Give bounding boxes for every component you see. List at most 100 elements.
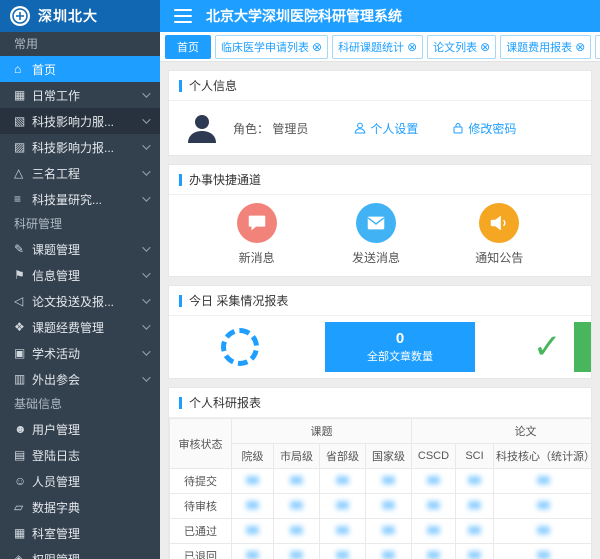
article-count-box[interactable]: 0 全部文章数量 <box>325 322 475 372</box>
department-icon: ▦ <box>14 526 32 540</box>
tab-label: 论文列表 <box>433 39 477 55</box>
change-password-link[interactable]: 修改密码 <box>452 120 516 137</box>
accent-bar <box>179 80 182 92</box>
top-bar: 深圳北大 北京大学深圳医院科研管理系统 <box>0 0 600 32</box>
quick-channel-panel: 办事快捷通道 新消息 发送消息 <box>168 164 592 277</box>
close-icon[interactable]: ⊗ <box>575 41 585 53</box>
progress-ring-icon <box>221 328 259 366</box>
tab-clinical-application-list[interactable]: 临床医学申请列表 ⊗ <box>215 35 328 59</box>
sidebar-section-basic-info: 基础信息 <box>0 392 160 416</box>
tab-label: 课题费用报表 <box>506 39 572 55</box>
table-cell: 88 <box>494 544 592 559</box>
column-header: 院级 <box>232 444 274 469</box>
sidebar-item-permission-mgmt[interactable]: ◈ 权限管理 <box>0 546 160 559</box>
app-title: 北京大学深圳医院科研管理系统 <box>206 6 402 26</box>
avatar <box>185 111 219 145</box>
personal-settings-label: 个人设置 <box>370 120 418 137</box>
sidebar-item-label: 用户管理 <box>32 421 80 438</box>
table-cell: 88 <box>232 494 274 519</box>
lock-icon <box>452 122 464 134</box>
personal-info-panel: 个人信息 角色： 管理员 个人设置 <box>168 70 592 156</box>
tab-project-fee-report[interactable]: 课题费用报表 ⊗ <box>500 35 591 59</box>
panel-header: 今日 采集情况报表 <box>169 286 591 316</box>
sidebar-item-department-mgmt[interactable]: ▦ 科室管理 <box>0 520 160 546</box>
send-message-shortcut[interactable]: 发送消息 <box>352 203 400 266</box>
calendar-icon: ▦ <box>14 88 32 102</box>
sidebar-item-academic-activity[interactable]: ▣ 学术活动 <box>0 340 160 366</box>
home-icon: ⌂ <box>14 62 32 76</box>
alert-icon: △ <box>14 166 32 180</box>
sidebar-item-home[interactable]: ⌂ 首页 <box>0 56 160 82</box>
column-header: 国家级 <box>366 444 412 469</box>
column-header: 省部级 <box>320 444 366 469</box>
table-cell: 88 <box>232 469 274 494</box>
chevron-down-icon <box>142 141 150 149</box>
new-message-shortcut[interactable]: 新消息 <box>237 203 277 266</box>
table-cell: 88 <box>456 544 494 559</box>
tab-user-list[interactable]: 用户列表 ⊗ <box>595 35 600 59</box>
panel-header: 个人信息 <box>169 71 591 101</box>
app-window: 深圳北大 北京大学深圳医院科研管理系统 常用 ⌂ 首页 ▦ 日常工作 ▧ 科技影… <box>0 0 600 559</box>
sidebar-item-label: 课题经费管理 <box>32 319 104 336</box>
panel-header: 办事快捷通道 <box>169 165 591 195</box>
mail-icon <box>356 203 396 243</box>
travel-icon: ▥ <box>14 372 32 386</box>
chat-icon <box>237 203 277 243</box>
table-cell: 88 <box>274 494 320 519</box>
sidebar-item-user-mgmt[interactable]: ☻ 用户管理 <box>0 416 160 442</box>
table-cell: 88 <box>412 519 456 544</box>
sidebar-item-label: 登陆日志 <box>32 447 80 464</box>
personal-settings-link[interactable]: 个人设置 <box>354 120 418 137</box>
close-icon[interactable]: ⊗ <box>312 41 322 53</box>
sidebar-item-label: 外出参会 <box>32 371 80 388</box>
tab-bar: 首页 临床医学申请列表 ⊗ 科研课题统计 ⊗ 论文列表 ⊗ 课题费用报表 ⊗ <box>160 32 600 62</box>
sidebar-item-label: 首页 <box>32 61 56 78</box>
sidebar-item-label: 三名工程 <box>32 165 80 182</box>
logo-zone: 深圳北大 <box>0 0 160 32</box>
sidebar-item-daily-work[interactable]: ▦ 日常工作 <box>0 82 160 108</box>
table-row: 待审核 88 88 88 88 88 88 88 88 <box>170 494 592 519</box>
tab-paper-list[interactable]: 论文列表 ⊗ <box>427 35 496 59</box>
sidebar-item-data-dictionary[interactable]: ▱ 数据字典 <box>0 494 160 520</box>
dictionary-icon: ▱ <box>14 500 32 514</box>
sidebar-item-three-famous-project[interactable]: △ 三名工程 <box>0 160 160 186</box>
notice-announcement-shortcut[interactable]: 通知公告 <box>475 203 523 266</box>
hospital-logo-icon <box>10 6 30 26</box>
sidebar-item-tech-research[interactable]: ≡ 科技量研究... <box>0 186 160 212</box>
table-cell: 88 <box>274 469 320 494</box>
tab-research-project-stats[interactable]: 科研课题统计 ⊗ <box>332 35 423 59</box>
shortcut-label: 通知公告 <box>475 249 523 266</box>
chevron-down-icon <box>142 321 150 329</box>
table-cell: 88 <box>320 494 366 519</box>
research-report-panel: 个人科研报表 审核状态 课题 <box>168 387 592 559</box>
table-cell: 88 <box>232 544 274 559</box>
funds-icon: ❖ <box>14 320 32 334</box>
sidebar-item-tech-influence-service[interactable]: ▧ 科技影响力服... <box>0 108 160 134</box>
row-label: 待提交 <box>170 469 232 494</box>
table-cell: 88 <box>366 544 412 559</box>
sidebar-item-label: 科技影响力服... <box>32 113 114 130</box>
sidebar-item-login-log[interactable]: ▤ 登陆日志 <box>0 442 160 468</box>
table-cell: 88 <box>456 519 494 544</box>
panel-title: 今日 采集情况报表 <box>189 292 288 309</box>
sidebar-item-label: 课题管理 <box>32 241 80 258</box>
chevron-down-icon <box>142 347 150 355</box>
sidebar-item-label: 科技量研究... <box>32 191 102 208</box>
close-icon[interactable]: ⊗ <box>407 41 417 53</box>
table-row: 已通过 88 88 88 88 88 88 88 88 <box>170 519 592 544</box>
role-text: 角色： 管理员 <box>233 120 308 137</box>
tab-home[interactable]: 首页 <box>165 35 211 59</box>
row-label: 已退回 <box>170 544 232 559</box>
sidebar-item-info-mgmt[interactable]: ⚑ 信息管理 <box>0 262 160 288</box>
sidebar-item-paper-submission[interactable]: ◁ 论文投送及报... <box>0 288 160 314</box>
article-count-label: 全部文章数量 <box>367 348 433 364</box>
sidebar-item-project-funds[interactable]: ❖ 课题经费管理 <box>0 314 160 340</box>
sidebar-item-personnel-mgmt[interactable]: ☺ 人员管理 <box>0 468 160 494</box>
close-icon[interactable]: ⊗ <box>480 41 490 53</box>
hamburger-menu-icon[interactable] <box>174 9 192 23</box>
sidebar-item-outbound-meeting[interactable]: ▥ 外出参会 <box>0 366 160 392</box>
sidebar-item-project-mgmt[interactable]: ✎ 课题管理 <box>0 236 160 262</box>
sidebar-item-tech-influence-report[interactable]: ▨ 科技影响力报... <box>0 134 160 160</box>
edit-icon: ✎ <box>14 242 32 256</box>
tab-label: 首页 <box>177 39 199 55</box>
